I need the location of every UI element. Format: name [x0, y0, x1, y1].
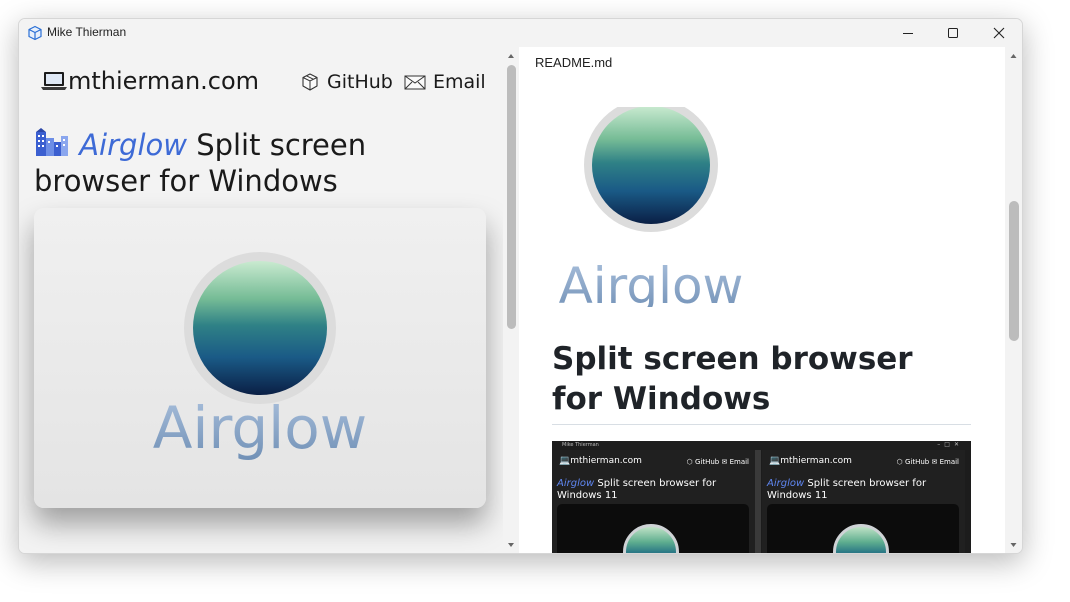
shot-left-pane: 💻mthierman.com ⬡ GitHub ✉ Email Airglow …	[552, 450, 755, 553]
shot-left-site: 💻mthierman.com	[559, 456, 642, 466]
left-scroll-thumb[interactable]	[507, 65, 516, 329]
shot-right-sphere	[833, 524, 889, 553]
right-scroll-thumb[interactable]	[1009, 201, 1019, 341]
shot-left-card	[557, 504, 749, 553]
scroll-up-icon	[1010, 54, 1017, 58]
github-label: GitHub	[327, 71, 393, 93]
shot-left-nav: ⬡ GitHub ✉ Email	[686, 458, 749, 466]
window-title: Mike Thierman	[47, 25, 127, 39]
right-pane[interactable]: README.md Airglow Split screen browser f…	[519, 47, 1005, 553]
site-link[interactable]: mthierman.com	[40, 67, 259, 95]
left-scrollbar[interactable]	[503, 47, 519, 553]
close-icon	[993, 27, 1005, 39]
readme-screenshot: Mike Thierman –□✕ 💻mthierman.com ⬡ GitHu…	[552, 441, 971, 553]
envelope-icon	[404, 75, 426, 90]
shot-left-heading: Airglow Split screen browser for Windows…	[557, 478, 717, 501]
logo-wordmark: Airglow	[153, 394, 367, 462]
heading-divider	[552, 424, 971, 425]
site-link-label: mthierman.com	[68, 67, 260, 95]
shot-divider	[755, 450, 761, 553]
left-pane[interactable]: mthierman.com GitHub Email Airglow Split…	[19, 47, 503, 553]
cube-icon	[28, 25, 42, 41]
title-bar[interactable]: Mike Thierman	[19, 19, 1022, 47]
shot-right-heading: Airglow Split screen browser for Windows…	[767, 478, 927, 501]
right-scrollbar[interactable]	[1005, 47, 1022, 553]
laptop-icon	[41, 72, 67, 90]
readme-logo-wordmark: Airglow	[559, 257, 743, 307]
readme-heading: Split screen browser for Windows	[552, 341, 913, 417]
page-heading: Airglow Split screen browser for Windows	[34, 127, 484, 199]
shot-title: Mike Thierman	[562, 442, 599, 448]
brand-name: Airglow	[79, 128, 187, 162]
scroll-up-icon	[508, 54, 514, 58]
readme-filename: README.md	[535, 55, 613, 70]
email-label: Email	[433, 71, 486, 93]
shot-right-nav: ⬡ GitHub ✉ Email	[896, 458, 959, 466]
readme-airglow-logo: Airglow	[559, 107, 743, 307]
shot-right-site: 💻mthierman.com	[769, 456, 852, 466]
scroll-down-icon	[1010, 543, 1017, 547]
city-skyline-icon	[36, 128, 68, 156]
app-window: Mike Thierman mthierman.com GitHub Email…	[18, 18, 1023, 554]
close-button[interactable]	[976, 19, 1022, 47]
shot-right-card	[767, 504, 959, 553]
shot-left-sphere	[623, 524, 679, 553]
minimize-icon	[903, 33, 913, 34]
shot-right-pane: 💻mthierman.com ⬡ GitHub ✉ Email Airglow …	[762, 450, 965, 553]
shot-window-controls: –□✕	[937, 441, 963, 448]
scroll-down-icon	[508, 543, 514, 547]
shot-titlebar: Mike Thierman –□✕	[552, 441, 971, 450]
maximize-icon	[948, 28, 958, 38]
minimize-button[interactable]	[885, 19, 931, 47]
email-link[interactable]: Email	[404, 71, 486, 93]
github-link[interactable]: GitHub	[300, 71, 393, 93]
maximize-button[interactable]	[930, 19, 976, 47]
package-icon	[302, 73, 318, 91]
airglow-logo: Airglow	[153, 252, 367, 462]
logo-card: Airglow	[34, 208, 486, 508]
